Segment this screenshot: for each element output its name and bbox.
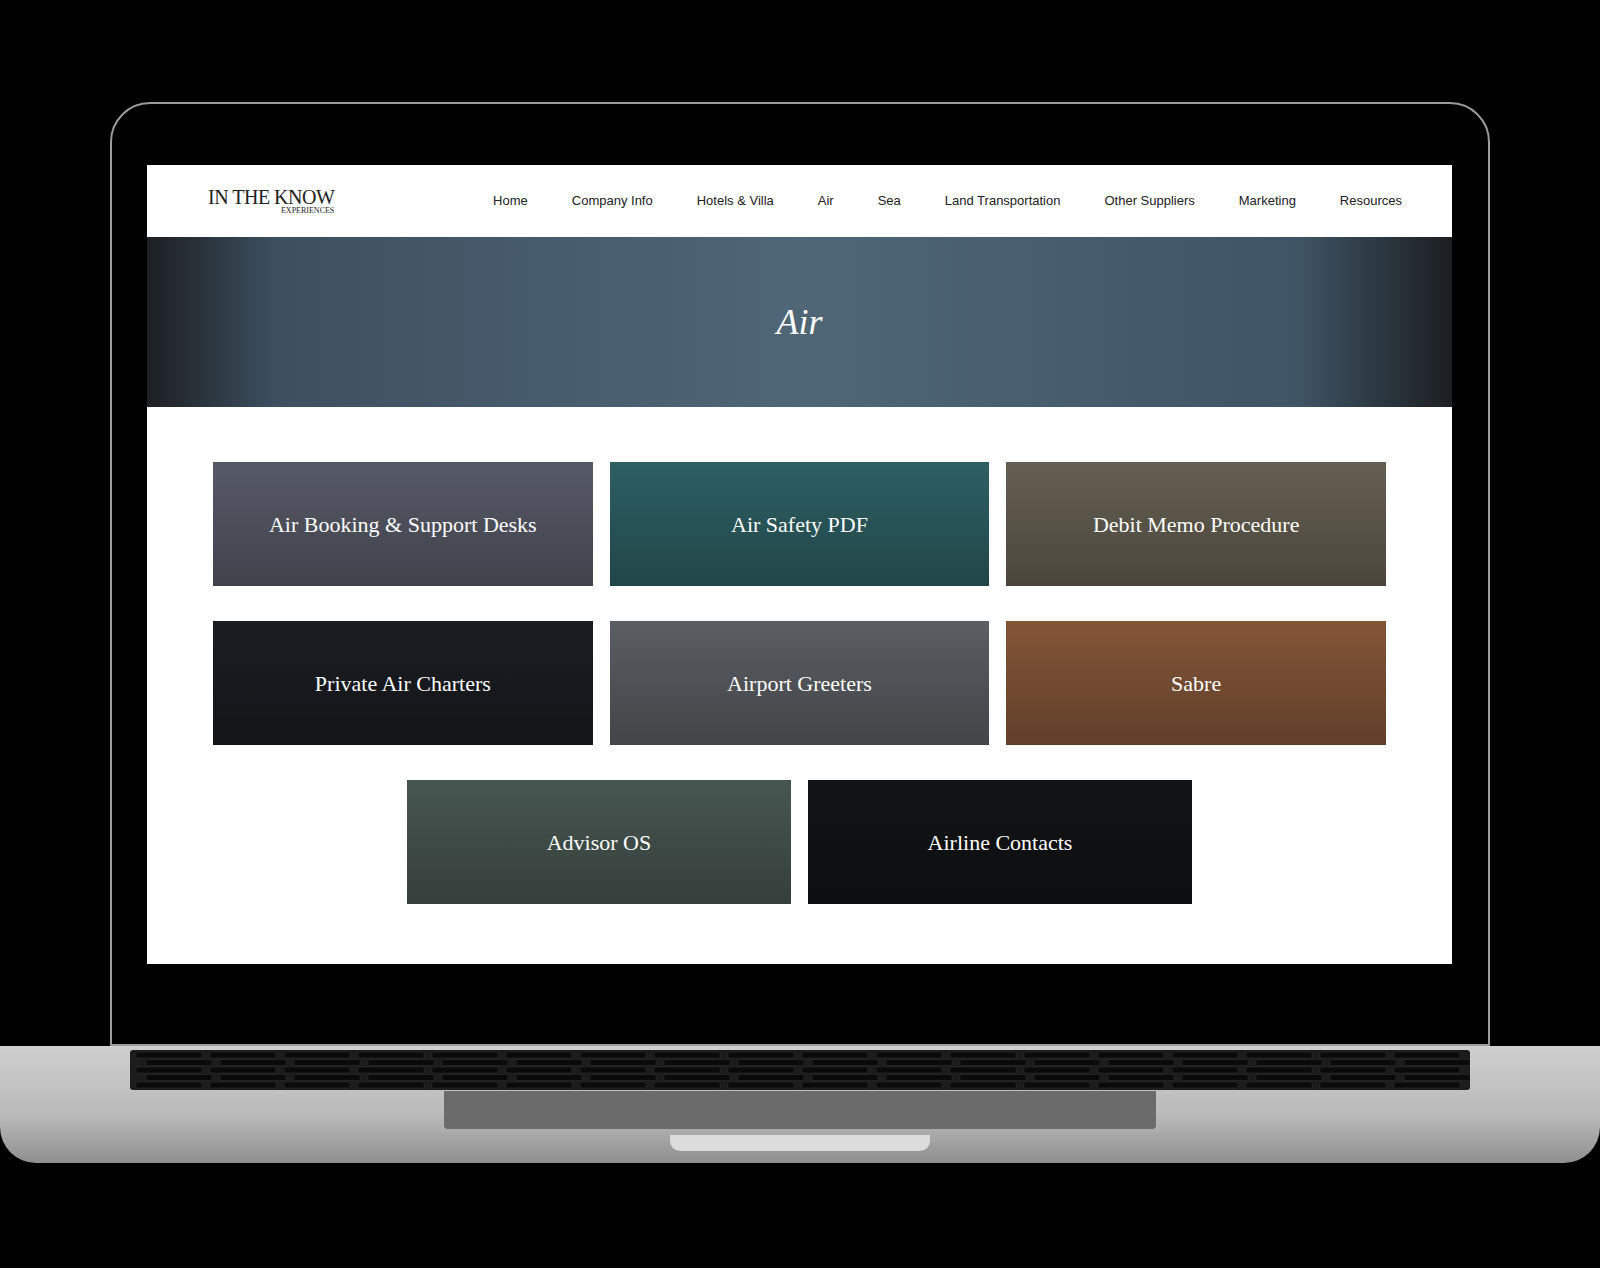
category-card[interactable]: Advisor OS	[407, 780, 791, 904]
card-title: Airline Contacts	[928, 826, 1073, 859]
card-title: Air Booking & Support Desks	[269, 508, 537, 541]
category-card[interactable]: Debit Memo Procedure	[1006, 462, 1386, 586]
laptop-lid: IN THE KNOWEXPERIENCESHomeCompany InfoHo…	[110, 102, 1490, 1046]
card-title: Advisor OS	[547, 826, 652, 859]
card-slot: Advisor OS	[407, 780, 791, 904]
nav-item[interactable]: Sea	[878, 191, 901, 211]
card-area: Air Booking & Support Desks Air Safety PD…	[147, 407, 1452, 904]
card-row: Advisor OS Airline Contacts	[213, 780, 1386, 904]
nav-item[interactable]: Resources	[1340, 191, 1402, 211]
hero-banner: Air	[147, 237, 1452, 407]
nav-item[interactable]: Company Info	[572, 191, 653, 211]
nav-item[interactable]: Land Transportation	[945, 191, 1061, 211]
nav-item[interactable]: Other Suppliers	[1104, 191, 1194, 211]
category-card[interactable]: Sabre	[1006, 621, 1386, 745]
nav-bar: IN THE KNOWEXPERIENCESHomeCompany InfoHo…	[147, 165, 1452, 237]
logo-main: IN THE KNOW	[208, 187, 334, 207]
nav-item[interactable]: Air	[818, 191, 834, 211]
logo[interactable]: IN THE KNOWEXPERIENCES	[208, 187, 334, 215]
nav-item[interactable]: Marketing	[1239, 191, 1296, 211]
category-card[interactable]: Air Safety PDF	[610, 462, 990, 586]
card-grid: Air Booking & Support Desks Air Safety PD…	[213, 462, 1386, 745]
card-title: Air Safety PDF	[731, 508, 868, 541]
nav-menu: Home Company Info Hotels & Villa Air Sea Land…	[493, 191, 1402, 211]
screen: IN THE KNOWEXPERIENCESHomeCompany InfoHo…	[147, 165, 1452, 964]
card-title: Airport Greeters	[727, 667, 872, 700]
category-card[interactable]: Airport Greeters	[610, 621, 990, 745]
nav-item[interactable]: Hotels & Villa	[697, 191, 774, 211]
card-title: Private Air Charters	[315, 667, 491, 700]
card-title: Debit Memo Procedure	[1093, 508, 1300, 541]
page: IN THE KNOWEXPERIENCESHomeCompany InfoHo…	[0, 0, 1600, 1268]
category-card[interactable]: Airline Contacts	[808, 780, 1192, 904]
keyboard-icon	[130, 1050, 1470, 1090]
logo-sub: EXPERIENCES	[281, 207, 334, 215]
trackpad[interactable]	[444, 1091, 1156, 1129]
category-card[interactable]: Private Air Charters	[213, 621, 593, 745]
hero-title: Air	[776, 295, 822, 349]
card-slot: Airline Contacts	[808, 780, 1192, 904]
laptop-base	[0, 1046, 1600, 1163]
category-card[interactable]: Air Booking & Support Desks	[213, 462, 593, 586]
lid-notch	[670, 1135, 930, 1151]
card-title: Sabre	[1171, 667, 1221, 700]
nav-item[interactable]: Home	[493, 191, 528, 211]
